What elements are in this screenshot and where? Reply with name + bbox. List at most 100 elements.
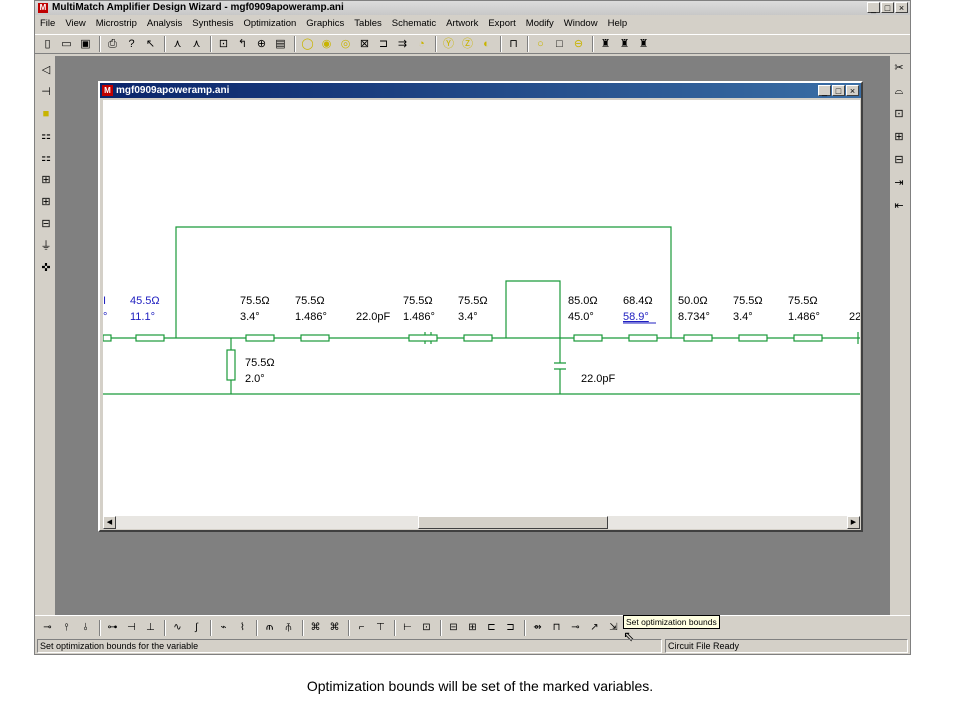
series-res-icon[interactable]: ⊸ — [39, 619, 56, 636]
smith-y-icon[interactable]: Ⓨ — [440, 36, 457, 53]
menu-microstrip[interactable]: Microstrip — [91, 16, 142, 32]
menu-file[interactable]: File — [35, 16, 60, 32]
help-icon[interactable]: ? — [123, 36, 140, 53]
ground-icon[interactable]: ⏚ — [37, 237, 55, 255]
arrow-icon[interactable]: ↗ — [586, 619, 603, 636]
circle-a-icon[interactable]: ◯ — [299, 36, 316, 53]
menu-analysis[interactable]: Analysis — [142, 16, 187, 32]
minimize-button[interactable]: _ — [867, 2, 880, 13]
via-b-icon[interactable]: ⊞ — [464, 619, 481, 636]
box-icon[interactable]: ⊠ — [356, 36, 373, 53]
menu-tables[interactable]: Tables — [349, 16, 386, 32]
menu-artwork[interactable]: Artwork — [441, 16, 483, 32]
child-close-button[interactable]: × — [846, 85, 859, 96]
shunt-cap-icon[interactable]: ⊥ — [142, 619, 159, 636]
insert-left-icon[interactable]: ⇤ — [890, 197, 908, 215]
new-icon[interactable]: ▯ — [39, 36, 56, 53]
tool-f-icon[interactable]: ◔ — [413, 36, 430, 53]
horizontal-scrollbar[interactable]: ◀ ▶ — [103, 516, 860, 529]
element-8-angle[interactable]: 58.9° — [623, 311, 649, 323]
smith-c-icon[interactable]: ◐ — [478, 36, 495, 53]
circle-e-icon[interactable]: ⊖ — [570, 36, 587, 53]
insert-right-icon[interactable]: ⇥ — [890, 174, 908, 192]
network-icon[interactable]: ⊞ — [37, 193, 55, 211]
series-ind-icon[interactable]: ∿ — [169, 619, 186, 636]
menu-help[interactable]: Help — [603, 16, 633, 32]
tool-b-icon[interactable]: ⊕ — [253, 36, 270, 53]
gap-icon[interactable]: ⊡ — [418, 619, 435, 636]
series-cap-icon[interactable]: ⊣ — [123, 619, 140, 636]
menu-synthesis[interactable]: Synthesis — [187, 16, 238, 32]
shunt-res-icon[interactable]: ⫯ — [58, 619, 75, 636]
sample-icon[interactable]: ⊟ — [37, 215, 55, 233]
menu-modify[interactable]: Modify — [521, 16, 559, 32]
bend-icon[interactable]: ⌐ — [353, 619, 370, 636]
menu-graphics[interactable]: Graphics — [301, 16, 349, 32]
tune-icon[interactable]: ⋏ — [169, 36, 186, 53]
square-icon[interactable]: □ — [551, 36, 568, 53]
context-help-icon[interactable]: ↖ — [142, 36, 159, 53]
cut-icon[interactable]: ✂ — [890, 59, 908, 77]
restore-button[interactable]: □ — [881, 2, 894, 13]
transformer-icon[interactable]: ⇴ — [529, 619, 546, 636]
coupler-b-icon[interactable]: ⌘ — [326, 619, 343, 636]
shunt-res2-icon[interactable]: ⫰ — [77, 619, 94, 636]
plus-box-icon[interactable]: ⊞ — [890, 128, 908, 146]
tool-d-icon[interactable]: ⊐ — [375, 36, 392, 53]
menu-view[interactable]: View — [60, 16, 90, 32]
tuner-icon[interactable]: ⊸ — [567, 619, 584, 636]
shunt-lc-icon[interactable]: ⌇ — [234, 619, 251, 636]
smith-z-icon[interactable]: Ⓩ — [459, 36, 476, 53]
opt-bounds-icon[interactable]: ⇲ — [605, 619, 622, 636]
child-restore-button[interactable]: □ — [832, 85, 845, 96]
stub-b-icon[interactable]: ⫚ — [280, 619, 297, 636]
stub-a-icon[interactable]: ⫙ — [261, 619, 278, 636]
child-minimize-button[interactable]: _ — [818, 85, 831, 96]
tool-h-icon[interactable]: ♜ — [616, 36, 633, 53]
menu-window[interactable]: Window — [559, 16, 603, 32]
circle-b-icon[interactable]: ◉ — [318, 36, 335, 53]
lambda-icon[interactable]: ⊓ — [505, 36, 522, 53]
tune2-icon[interactable]: ⋏ — [188, 36, 205, 53]
circle-d-icon[interactable]: ○ — [532, 36, 549, 53]
cross-icon[interactable]: ✜ — [37, 259, 55, 277]
open-icon[interactable]: ▭ — [58, 36, 75, 53]
tool-c-icon[interactable]: ▤ — [272, 36, 289, 53]
via-a-icon[interactable]: ⊟ — [445, 619, 462, 636]
tool-e-icon[interactable]: ⇉ — [394, 36, 411, 53]
scroll-left-icon[interactable]: ◀ — [103, 516, 116, 529]
dot-box-icon[interactable]: ⊡ — [890, 105, 908, 123]
port-right-icon[interactable]: ⊣ — [37, 83, 55, 101]
menu-export[interactable]: Export — [483, 16, 520, 32]
attenuator-icon[interactable]: ⊓ — [548, 619, 565, 636]
close-button[interactable]: × — [895, 2, 908, 13]
menu-schematic[interactable]: Schematic — [387, 16, 441, 32]
select-icon[interactable]: ⊡ — [215, 36, 232, 53]
print-icon[interactable]: ⎙ — [104, 36, 121, 53]
save-icon[interactable]: ▣ — [77, 36, 94, 53]
open-end-icon[interactable]: ⊏ — [483, 619, 500, 636]
transistor-icon[interactable]: ⊞ — [37, 171, 55, 189]
arch-icon[interactable]: ⌓ — [890, 82, 908, 100]
step-icon[interactable]: ⊢ — [399, 619, 416, 636]
circuit-cil-icon[interactable]: ⚏ — [37, 149, 55, 167]
circle-c-icon[interactable]: ◎ — [337, 36, 354, 53]
tline-icon[interactable]: ⊶ — [104, 619, 121, 636]
scroll-thumb[interactable] — [418, 516, 608, 529]
tool-i-icon[interactable]: ♜ — [635, 36, 652, 53]
short-end-icon[interactable]: ⊐ — [502, 619, 519, 636]
element-1-impedance[interactable]: 45.5Ω — [130, 295, 160, 307]
coupler-a-icon[interactable]: ⌘ — [307, 619, 324, 636]
menu-optimization[interactable]: Optimization — [238, 16, 301, 32]
yellow-box-icon[interactable]: ■ — [37, 105, 55, 123]
shunt-ind-icon[interactable]: ∫ — [188, 619, 205, 636]
series-lc-icon[interactable]: ⌁ — [215, 619, 232, 636]
circuit-cir-icon[interactable]: ⚏ — [37, 127, 55, 145]
tool-g-icon[interactable]: ♜ — [597, 36, 614, 53]
tee-icon[interactable]: ⊤ — [372, 619, 389, 636]
scroll-right-icon[interactable]: ▶ — [847, 516, 860, 529]
tool-a-icon[interactable]: ↰ — [234, 36, 251, 53]
element-1-angle[interactable]: 11.1° — [130, 311, 155, 323]
schematic-canvas[interactable]: I ° 45.5Ω 11.1° 75.5Ω 3.4° 75.5Ω 1.486° … — [103, 100, 860, 516]
port-left-icon[interactable]: ◁ — [37, 61, 55, 79]
